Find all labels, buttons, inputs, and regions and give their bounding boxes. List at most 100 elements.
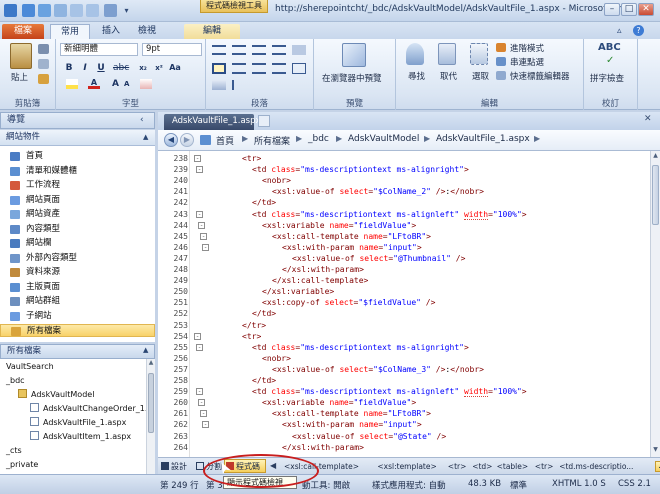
code-line[interactable]: <td class="ms-descriptiontext ms-alignle…: [252, 209, 527, 220]
tab-view[interactable]: 檢視: [130, 24, 164, 39]
breadcrumb-separator-icon[interactable]: ▶: [534, 134, 540, 143]
status-standard[interactable]: 標準: [510, 479, 527, 491]
status-doctype[interactable]: XHTML 1.0 S: [552, 479, 606, 489]
fold-toggle-icon[interactable]: -: [196, 210, 203, 218]
scroll-up-icon[interactable]: ▲: [147, 359, 155, 367]
design-view-button[interactable]: 設計: [171, 460, 187, 473]
fold-toggle-icon[interactable]: -: [198, 399, 205, 407]
save-icon[interactable]: [22, 4, 35, 17]
status-css[interactable]: CSS 2.1: [618, 479, 651, 489]
preview-in-browser-button[interactable]: 在瀏覽器中預覽: [322, 72, 382, 84]
tab-home[interactable]: 常用: [50, 24, 90, 39]
replace-button[interactable]: 取代: [440, 70, 457, 82]
fold-toggle-icon[interactable]: -: [194, 155, 201, 162]
code-line[interactable]: </td>: [252, 197, 276, 208]
tag-crumb[interactable]: <xsl:value-of>: [655, 461, 660, 472]
paste-button[interactable]: 貼上: [11, 71, 28, 83]
files-scroll-thumb[interactable]: [148, 373, 154, 433]
code-line[interactable]: </xsl:with-param>: [282, 264, 364, 275]
code-line[interactable]: <tr>: [242, 331, 261, 342]
fold-toggle-icon[interactable]: -: [202, 243, 209, 251]
tag-crumb[interactable]: <td.ms-descriptio...: [557, 461, 635, 472]
bullets-icon[interactable]: [212, 45, 226, 55]
fold-toggle-icon[interactable]: -: [202, 421, 209, 429]
files-scrollbar[interactable]: ▲: [146, 359, 155, 474]
tree-item[interactable]: VaultSearch: [6, 360, 54, 373]
code-editor[interactable]: 238 239 240 241 242 243 244 245 246 247 248 249 250 2…: [158, 151, 650, 457]
fold-toggle-icon[interactable]: -: [196, 388, 203, 396]
help-icon[interactable]: ?: [633, 25, 644, 36]
code-scroll-thumb[interactable]: [652, 165, 659, 225]
close-doc-icon[interactable]: ✕: [644, 114, 652, 124]
highlight-icon[interactable]: [66, 79, 78, 89]
change-case-icon[interactable]: Aa: [168, 61, 182, 74]
customize-qat-icon[interactable]: ▾: [120, 4, 133, 17]
code-line[interactable]: <nobr>: [262, 175, 291, 186]
clear-formatting-icon[interactable]: [140, 79, 152, 89]
breadcrumb-file[interactable]: AdskVaultFile_1.aspx: [436, 134, 530, 144]
code-line[interactable]: <xsl:variable name="fieldValue">: [262, 220, 416, 231]
paragraph-icon[interactable]: [232, 80, 246, 90]
tab-insert[interactable]: 插入: [94, 24, 128, 39]
code-line[interactable]: </xsl:variable>: [262, 286, 334, 297]
tab-file[interactable]: 檔案: [2, 24, 44, 39]
numbering-icon[interactable]: [232, 45, 246, 55]
nav-item[interactable]: 網站欄: [0, 237, 155, 250]
minimize-button[interactable]: –: [604, 3, 620, 16]
select-button[interactable]: 選取: [472, 70, 489, 82]
nav-item[interactable]: 子網站: [0, 310, 155, 323]
code-line[interactable]: <xsl:call-template name="LFtoBR">: [272, 408, 431, 419]
scroll-up-icon[interactable]: ▲: [651, 152, 660, 161]
tree-item[interactable]: _private: [6, 458, 38, 471]
fold-toggle-icon[interactable]: -: [196, 343, 203, 351]
back-arrow-icon[interactable]: ◀: [164, 133, 178, 147]
code-line[interactable]: <xsl:value-of select="$ColName_3" />:</n…: [272, 364, 484, 375]
nav-item[interactable]: 首頁: [0, 150, 155, 163]
code-line[interactable]: </td>: [252, 308, 276, 319]
breadcrumb-separator-icon[interactable]: ▶: [242, 134, 248, 143]
justify-icon[interactable]: [272, 63, 286, 74]
breadcrumb-bdc[interactable]: _bdc: [308, 134, 329, 144]
replace-icon[interactable]: [438, 43, 456, 65]
nav-item[interactable]: 網站資產: [0, 208, 155, 221]
spelling-button[interactable]: 拼字檢查: [590, 72, 624, 84]
breadcrumb-separator-icon[interactable]: ▶: [336, 134, 342, 143]
shrink-font-icon[interactable]: A: [124, 80, 129, 88]
code-line[interactable]: <td class="ms-descriptiontext ms-alignri…: [252, 342, 469, 353]
status-style-app[interactable]: 樣式應用程式: 自動: [372, 479, 446, 491]
fold-toggle-icon[interactable]: -: [200, 232, 207, 240]
spelling-icon[interactable]: ABC: [598, 42, 621, 53]
borders-icon[interactable]: [292, 63, 306, 74]
maximize-button[interactable]: □: [621, 3, 637, 16]
find-icon[interactable]: [406, 43, 424, 65]
nav-item[interactable]: 網站頁面: [0, 194, 155, 207]
increase-indent-icon[interactable]: [272, 45, 286, 55]
nav-item[interactable]: 網站群組: [0, 295, 155, 308]
code-line[interactable]: <xsl:value-of select="$ColName_2" />:</n…: [272, 186, 484, 197]
quick-tag-editor-button[interactable]: 快速標籤編輯器: [510, 70, 570, 82]
redo-icon[interactable]: [54, 4, 67, 17]
new-tab-icon[interactable]: [258, 115, 270, 127]
code-line[interactable]: <xsl:value-of select="@State" />: [292, 431, 446, 442]
fold-toggle-icon[interactable]: -: [198, 221, 205, 229]
nav-item[interactable]: 資料來源: [0, 266, 155, 279]
copy-icon[interactable]: [38, 59, 49, 69]
tree-item[interactable]: _bdc: [6, 374, 25, 387]
publish-icon[interactable]: [104, 4, 117, 17]
breadcrumb-separator-icon[interactable]: ▶: [424, 134, 430, 143]
font-color-icon[interactable]: A: [88, 79, 100, 89]
select-icon[interactable]: [470, 43, 488, 65]
strikethrough-icon[interactable]: abc: [112, 61, 129, 74]
forward-icon[interactable]: [86, 4, 99, 17]
design-view-icon[interactable]: [161, 462, 169, 470]
tree-item[interactable]: AdskVaultItem_1.aspx: [30, 430, 131, 443]
status-autofill[interactable]: 動工具: 開啟: [302, 479, 350, 491]
files-pin-icon[interactable]: ▲: [143, 346, 148, 354]
code-line[interactable]: </xsl:with-param>: [282, 442, 364, 453]
close-button[interactable]: ✕: [638, 3, 654, 16]
font-name-select[interactable]: 新細明體: [60, 43, 138, 56]
fold-toggle-icon[interactable]: -: [200, 410, 207, 418]
collapse-nav-icon[interactable]: ‹: [140, 115, 144, 125]
bold-icon[interactable]: B: [62, 61, 76, 74]
code-line[interactable]: <xsl:variable name="fieldValue">: [262, 397, 416, 408]
